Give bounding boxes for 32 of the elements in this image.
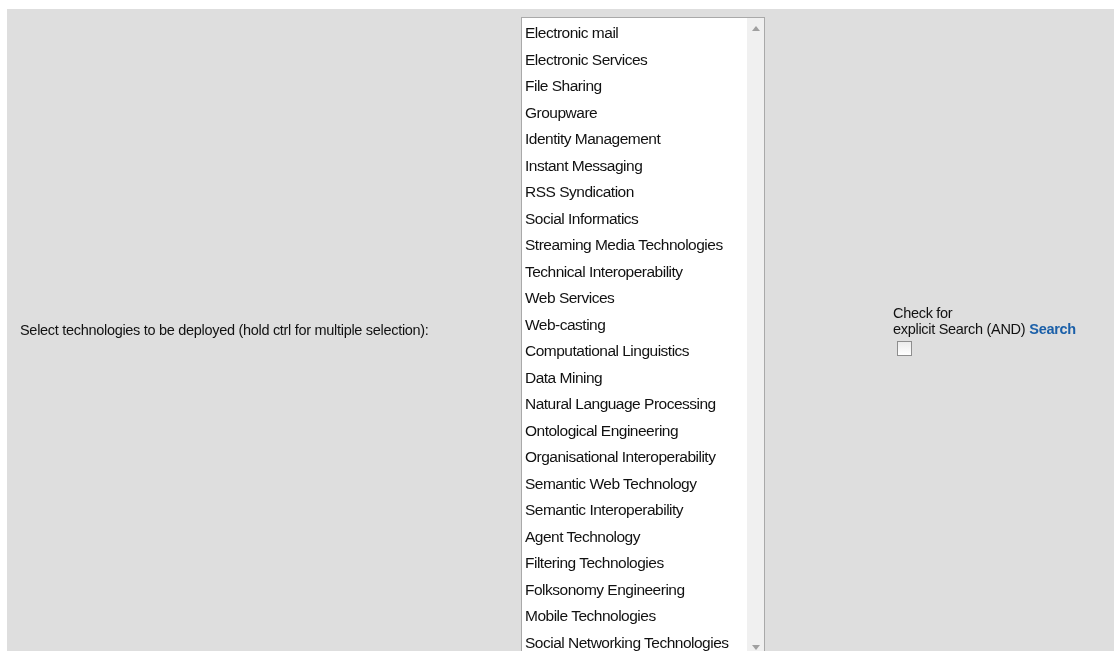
list-option[interactable]: Instant Messaging	[525, 152, 747, 179]
list-option[interactable]: Natural Language Processing	[525, 391, 747, 418]
checkbox-label: explicit Search (AND)	[893, 320, 1026, 337]
checkbox-label: Check for	[893, 304, 954, 321]
list-option[interactable]: Folksonomy Engineering	[525, 576, 747, 603]
list-option[interactable]: Social Informatics	[525, 205, 747, 232]
scroll-up-icon[interactable]	[751, 26, 760, 31]
list-option[interactable]: Semantic Web Technology	[525, 470, 747, 497]
list-option[interactable]: Organisational Interoperability	[525, 444, 747, 471]
list-option[interactable]: File Sharing	[525, 73, 747, 100]
explicit-checkbox[interactable]	[897, 340, 912, 356]
list-option[interactable]: Web Services	[525, 285, 747, 312]
list-option[interactable]: Computational Linguistics	[525, 338, 747, 365]
list-option[interactable]: Filtering Technologies	[525, 550, 747, 577]
scroll-down-icon[interactable]	[751, 645, 760, 650]
list-option[interactable]: Electronic mail	[525, 20, 747, 47]
list-option[interactable]: Streaming Media Technologies	[525, 232, 747, 259]
list-option[interactable]: Data Mining	[525, 364, 747, 391]
list-option[interactable]: Semantic Interoperability	[525, 497, 747, 524]
list-option[interactable]: Social Networking Technologies	[525, 629, 747, 651]
list-option[interactable]: Web-casting	[525, 311, 747, 338]
list-option[interactable]: Ontological Engineering	[525, 417, 747, 444]
list-option[interactable]: Electronic Services	[525, 46, 747, 73]
list-option[interactable]: Agent Technology	[525, 523, 747, 550]
technology-listbox[interactable]	[521, 17, 765, 651]
field-label: Select technologies to be deployed (hold ctrl for multiple selection):	[20, 322, 430, 338]
list-option[interactable]: Technical Interoperability	[525, 258, 747, 285]
list-option[interactable]: RSS Syndication	[525, 179, 747, 206]
list-option[interactable]: Mobile Technologies	[525, 603, 747, 630]
search-link[interactable]: Search	[1029, 320, 1076, 337]
list-option[interactable]: Identity Management	[525, 126, 747, 153]
list-option[interactable]: Groupware	[525, 99, 747, 126]
